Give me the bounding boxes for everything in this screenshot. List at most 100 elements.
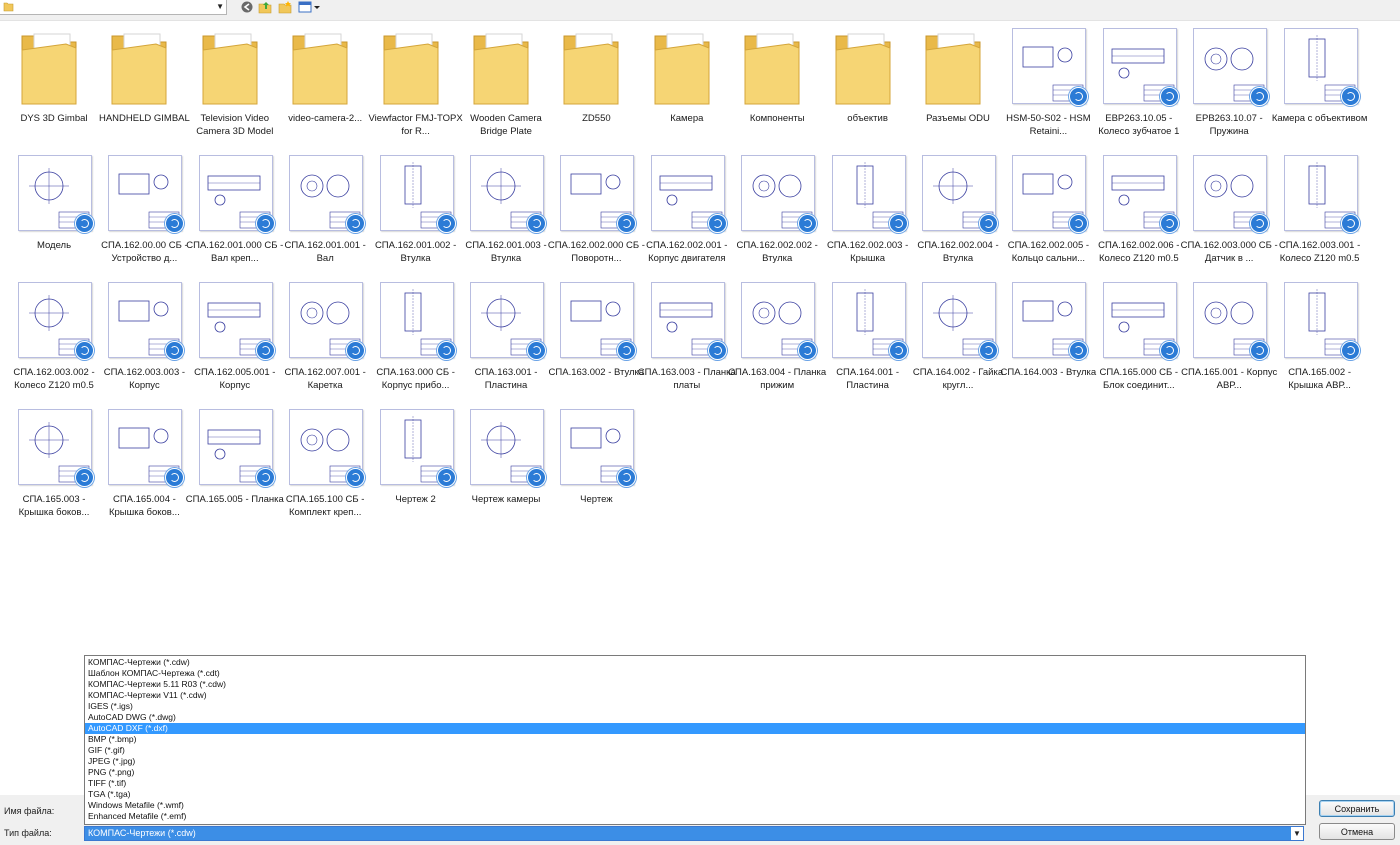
filetype-option[interactable]: AutoCAD DXF (*.dxf) [85, 723, 1305, 734]
drawing-file-item[interactable]: СПА.164.002 - Гайка кругл... [908, 278, 1003, 398]
folder-item[interactable]: ZD550 [546, 24, 636, 144]
drawing-file-item[interactable]: СПА.165.004 - Крышка боков... [94, 405, 185, 525]
drawing-file-item[interactable]: СПА.162.003.001 - Колесо Z120 m0.5 [1270, 151, 1360, 271]
drawing-file-item[interactable]: СПА.162.001.000 СБ - Вал креп... [185, 151, 283, 271]
back-icon[interactable] [240, 0, 255, 15]
filename-label: Имя файла: [4, 806, 55, 816]
filetype-option[interactable]: AutoCAD DWG (*.dwg) [85, 712, 1305, 723]
drawing-file-item[interactable]: СПА.162.003.002 - Колесо Z120 m0.5 [4, 278, 95, 398]
drawing-file-item[interactable]: СПА.163.001 - Пластина [456, 278, 546, 398]
drawing-thumbnail [918, 280, 998, 362]
folder-item[interactable]: video-camera-2... [275, 24, 365, 144]
file-label: ZD550 [582, 113, 611, 124]
drawing-file-item[interactable]: Чертеж 2 [366, 405, 456, 525]
drawing-file-item[interactable]: СПА.162.002.000 СБ - Поворотн... [546, 151, 645, 271]
path-combo[interactable]: ▼ [0, 0, 227, 15]
filetype-option[interactable]: GIF (*.gif) [85, 745, 1305, 756]
folder-icon [195, 26, 275, 108]
drawing-file-item[interactable]: СПА.165.001 - Корпус АВР... [1179, 278, 1277, 398]
drawing-thumbnail [1189, 280, 1270, 362]
drawing-file-item[interactable]: СПА.162.002.004 - Втулка [908, 151, 999, 271]
file-label: СПА.165.100 СБ - Комплект креп... [285, 494, 365, 518]
folder-icon [828, 26, 908, 108]
kompas-badge-icon [75, 468, 94, 487]
chevron-down-icon[interactable]: ▼ [1291, 827, 1303, 840]
drawing-file-item[interactable]: СПА.162.002.003 - Крышка [818, 151, 908, 271]
folder-item[interactable]: Television Video Camera 3D Model [185, 24, 275, 144]
drawing-file-item[interactable]: СПА.164.003 - Втулка [998, 278, 1096, 398]
file-label: Камера [670, 113, 704, 124]
filetype-option[interactable]: IGES (*.igs) [85, 701, 1305, 712]
drawing-file-item[interactable]: Чертеж [546, 405, 637, 525]
filetype-option[interactable]: Windows Metafile (*.wmf) [85, 800, 1305, 811]
folder-item[interactable]: Разъемы ODU [908, 24, 998, 144]
filetype-option[interactable]: КОМПАС-Чертежи 5.11 R03 (*.cdw) [85, 679, 1305, 690]
filetype-select[interactable]: КОМПАС-Чертежи (*.cdw) ▼ [84, 826, 1304, 841]
filetype-option[interactable]: BMP (*.bmp) [85, 734, 1305, 745]
drawing-file-item[interactable]: Чертеж камеры [456, 405, 546, 525]
drawing-file-item[interactable]: СПА.163.000 СБ - Корпус прибо... [366, 278, 456, 398]
filetype-option[interactable]: TGA (*.tga) [85, 789, 1305, 800]
file-label: Камера с объективом [1271, 113, 1368, 124]
filetype-option[interactable]: Шаблон КОМПАС-Чертежа (*.cdt) [85, 668, 1305, 679]
folder-item[interactable]: HANDHELD GIMBAL [94, 24, 190, 144]
filetype-option[interactable]: КОМПАС-Чертежи V11 (*.cdw) [85, 690, 1305, 701]
kompas-badge-icon [1340, 341, 1360, 360]
filetype-option[interactable]: Enhanced Metafile (*.emf) [85, 811, 1305, 822]
kompas-badge-icon [527, 468, 546, 487]
filetype-option[interactable]: КОМПАС-Чертежи (*.cdw) [85, 657, 1305, 668]
drawing-file-item[interactable]: СПА.162.007.001 - Каретка [275, 278, 366, 398]
drawing-file-item[interactable]: Модель [4, 151, 94, 271]
drawing-file-item[interactable]: СПА.163.003 - Планка платы [637, 278, 736, 398]
folder-item[interactable]: DYS 3D Gimbal [4, 24, 94, 144]
drawing-file-item[interactable]: EPB263.10.07 - Пружина [1179, 24, 1270, 144]
file-label: Чертеж [580, 494, 613, 505]
drawing-file-item[interactable]: EBP263.10.05 - Колесо зубчатое 1 [1089, 24, 1179, 144]
drawing-file-item[interactable]: СПА.165.000 СБ - Блок соединит... [1089, 278, 1179, 398]
drawing-file-item[interactable]: СПА.165.003 - Крышка боков... [4, 405, 94, 525]
drawing-file-item[interactable]: СПА.162.003.003 - Корпус [94, 278, 185, 398]
drawing-file-item[interactable]: СПА.162.002.002 - Втулка [727, 151, 818, 271]
drawing-file-item[interactable]: СПА.165.005 - Планка [185, 405, 284, 525]
drawing-thumbnail [1280, 153, 1360, 235]
drawing-file-item[interactable]: СПА.162.001.002 - Втулка [366, 151, 456, 271]
folder-icon [14, 26, 94, 108]
drawing-file-item[interactable]: СПА.162.00.00 СБ - Устройство д... [94, 151, 188, 271]
drawing-thumbnail [466, 407, 546, 489]
file-label: СПА.162.003.002 - Колесо Z120 m0.5 [13, 367, 95, 391]
file-label: СПА.163.001 - Пластина [474, 367, 538, 391]
kompas-badge-icon [1159, 87, 1179, 106]
chevron-down-icon[interactable]: ▼ [216, 2, 224, 11]
drawing-file-item[interactable]: СПА.162.002.005 - Кольцо сальни... [998, 151, 1089, 271]
kompas-badge-icon [1340, 214, 1360, 233]
filetype-option[interactable]: TIFF (*.tif) [85, 778, 1305, 789]
drawing-thumbnail [285, 407, 366, 489]
drawing-file-item[interactable]: СПА.162.005.001 - Корпус [185, 278, 275, 398]
drawing-file-item[interactable]: СПА.165.100 СБ - Комплект креп... [275, 405, 366, 525]
drawing-file-item[interactable]: СПА.162.002.001 - Корпус двигателя [637, 151, 727, 271]
kompas-badge-icon [255, 468, 275, 487]
file-label: HANDHELD GIMBAL [98, 113, 190, 124]
drawing-file-item[interactable]: СПА.165.002 - Крышка АВР... [1270, 278, 1360, 398]
folder-item[interactable]: Wooden Camera Bridge Plate [456, 24, 546, 144]
filetype-option[interactable]: JPEG (*.jpg) [85, 756, 1305, 767]
drawing-file-item[interactable]: СПА.163.002 - Втулка [546, 278, 644, 398]
cancel-button[interactable]: Отмена [1319, 823, 1395, 840]
folder-item[interactable]: Viewfactor FMJ-TOPX for R... [366, 24, 463, 144]
folder-item[interactable]: Камера [637, 24, 727, 144]
filetype-option[interactable]: PNG (*.png) [85, 767, 1305, 778]
view-menu-icon[interactable] [298, 0, 322, 15]
drawing-file-item[interactable]: СПА.162.001.003 - Втулка [456, 151, 547, 271]
save-button[interactable]: Сохранить [1319, 800, 1395, 817]
drawing-file-item[interactable]: СПА.162.001.001 - Вал [275, 151, 366, 271]
up-folder-icon[interactable] [258, 0, 273, 15]
drawing-file-item[interactable]: СПА.162.002.006 - Колесо Z120 m0.5 [1089, 151, 1179, 271]
drawing-file-item[interactable]: Камера с объективом [1270, 24, 1367, 144]
drawing-file-item[interactable]: СПА.162.003.000 СБ - Датчик в ... [1179, 151, 1278, 271]
drawing-file-item[interactable]: СПА.164.001 - Пластина [818, 278, 908, 398]
drawing-file-item[interactable]: HSM-50-S02 - HSM Retaini... [998, 24, 1091, 144]
new-folder-icon[interactable] [278, 0, 293, 15]
drawing-file-item[interactable]: СПА.163.004 - Планка прижим [727, 278, 826, 398]
folder-item[interactable]: Компоненты [727, 24, 817, 144]
folder-item[interactable]: объектив [818, 24, 908, 144]
